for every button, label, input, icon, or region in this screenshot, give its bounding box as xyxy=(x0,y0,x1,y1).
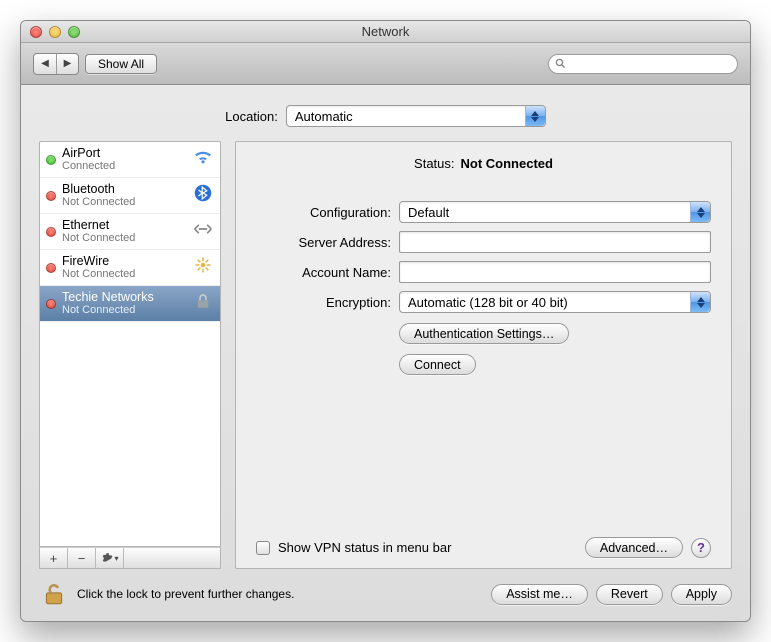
location-popup[interactable]: Automatic xyxy=(286,105,546,127)
assist-me-button[interactable]: Assist me… xyxy=(491,584,588,605)
server-address-label: Server Address: xyxy=(256,235,391,250)
connection-name: Techie Networks xyxy=(62,291,186,305)
add-connection-button[interactable]: + xyxy=(40,548,68,568)
authentication-settings-button[interactable]: Authentication Settings… xyxy=(399,323,569,344)
connection-item-ethernet[interactable]: Ethernet Not Connected xyxy=(40,214,220,250)
configuration-value: Default xyxy=(408,205,449,220)
connection-name: Ethernet xyxy=(62,219,186,233)
popup-arrows-icon xyxy=(690,202,710,222)
vpn-form: Configuration: Default Server Address: A… xyxy=(256,201,711,375)
encryption-popup[interactable]: Automatic (128 bit or 40 bit) xyxy=(399,291,711,313)
status-line: Status: Not Connected xyxy=(256,156,711,171)
connection-name: AirPort xyxy=(62,147,186,161)
lock-text: Click the lock to prevent further change… xyxy=(77,587,294,601)
location-row: Location: Automatic xyxy=(39,105,732,127)
revert-button[interactable]: Revert xyxy=(596,584,663,605)
back-button[interactable]: ◀ xyxy=(34,54,56,74)
connection-name: Bluetooth xyxy=(62,183,186,197)
status-label: Status: xyxy=(414,156,454,171)
apply-button[interactable]: Apply xyxy=(671,584,732,605)
remove-connection-button[interactable]: − xyxy=(68,548,96,568)
show-all-button[interactable]: Show All xyxy=(85,54,157,74)
content-area: Location: Automatic AirPort Connected xyxy=(21,85,750,621)
show-vpn-checkbox[interactable] xyxy=(256,541,270,555)
configuration-label: Configuration: xyxy=(256,205,391,220)
wifi-icon xyxy=(192,149,214,170)
account-name-label: Account Name: xyxy=(256,265,391,280)
connection-item-airport[interactable]: AirPort Connected xyxy=(40,142,220,178)
gear-icon xyxy=(100,552,113,565)
status-dot-disconnected xyxy=(46,263,56,273)
status-dot-disconnected xyxy=(46,191,56,201)
ethernet-icon xyxy=(192,222,214,241)
connection-item-techie-networks[interactable]: Techie Networks Not Connected xyxy=(40,286,220,322)
popup-arrows-icon xyxy=(690,292,710,312)
bluetooth-icon xyxy=(192,184,214,207)
status-dot-disconnected xyxy=(46,299,56,309)
account-name-input[interactable] xyxy=(399,261,711,283)
connection-status: Not Connected xyxy=(62,268,186,280)
nav-back-forward: ◀ ▶ xyxy=(33,53,79,75)
detail-panel: Status: Not Connected Configuration: Def… xyxy=(235,141,732,569)
actions-gear-button[interactable]: ▾ xyxy=(96,548,124,568)
connection-item-bluetooth[interactable]: Bluetooth Not Connected xyxy=(40,178,220,214)
connection-status: Not Connected xyxy=(62,304,186,316)
titlebar: Network xyxy=(21,21,750,43)
status-dot-disconnected xyxy=(46,227,56,237)
help-button[interactable]: ? xyxy=(691,538,711,558)
search-icon xyxy=(555,58,566,69)
configuration-popup[interactable]: Default xyxy=(399,201,711,223)
toolbar: ◀ ▶ Show All xyxy=(21,43,750,85)
location-value: Automatic xyxy=(295,109,353,124)
search-field[interactable] xyxy=(548,54,738,74)
connect-button[interactable]: Connect xyxy=(399,354,476,375)
detail-bottom-row: Show VPN status in menu bar Advanced… ? xyxy=(256,529,711,558)
location-label: Location: xyxy=(225,109,278,124)
connections-list: AirPort Connected Bluetooth Not Connecte… xyxy=(39,141,221,547)
connection-status: Connected xyxy=(62,160,186,172)
connection-name: FireWire xyxy=(62,255,186,269)
lock-icon[interactable] xyxy=(39,579,69,609)
footer-row: Click the lock to prevent further change… xyxy=(39,569,732,609)
connection-item-firewire[interactable]: FireWire Not Connected xyxy=(40,250,220,286)
network-preferences-window: Network ◀ ▶ Show All Location: Automatic xyxy=(20,20,751,622)
connections-sidebar: AirPort Connected Bluetooth Not Connecte… xyxy=(39,141,221,569)
advanced-button[interactable]: Advanced… xyxy=(585,537,683,558)
connection-status: Not Connected xyxy=(62,196,186,208)
vpn-lock-icon xyxy=(192,292,214,315)
show-vpn-label: Show VPN status in menu bar xyxy=(278,540,451,555)
connection-status: Not Connected xyxy=(62,232,186,244)
server-address-input[interactable] xyxy=(399,231,711,253)
firewire-icon xyxy=(192,256,214,279)
status-value: Not Connected xyxy=(461,156,553,171)
status-dot-connected xyxy=(46,155,56,165)
connections-list-toolbar: + − ▾ xyxy=(39,547,221,569)
search-input[interactable] xyxy=(571,57,731,71)
forward-button[interactable]: ▶ xyxy=(56,54,78,74)
encryption-value: Automatic (128 bit or 40 bit) xyxy=(408,295,568,310)
encryption-label: Encryption: xyxy=(256,295,391,310)
popup-arrows-icon xyxy=(525,106,545,126)
window-title: Network xyxy=(21,24,750,39)
